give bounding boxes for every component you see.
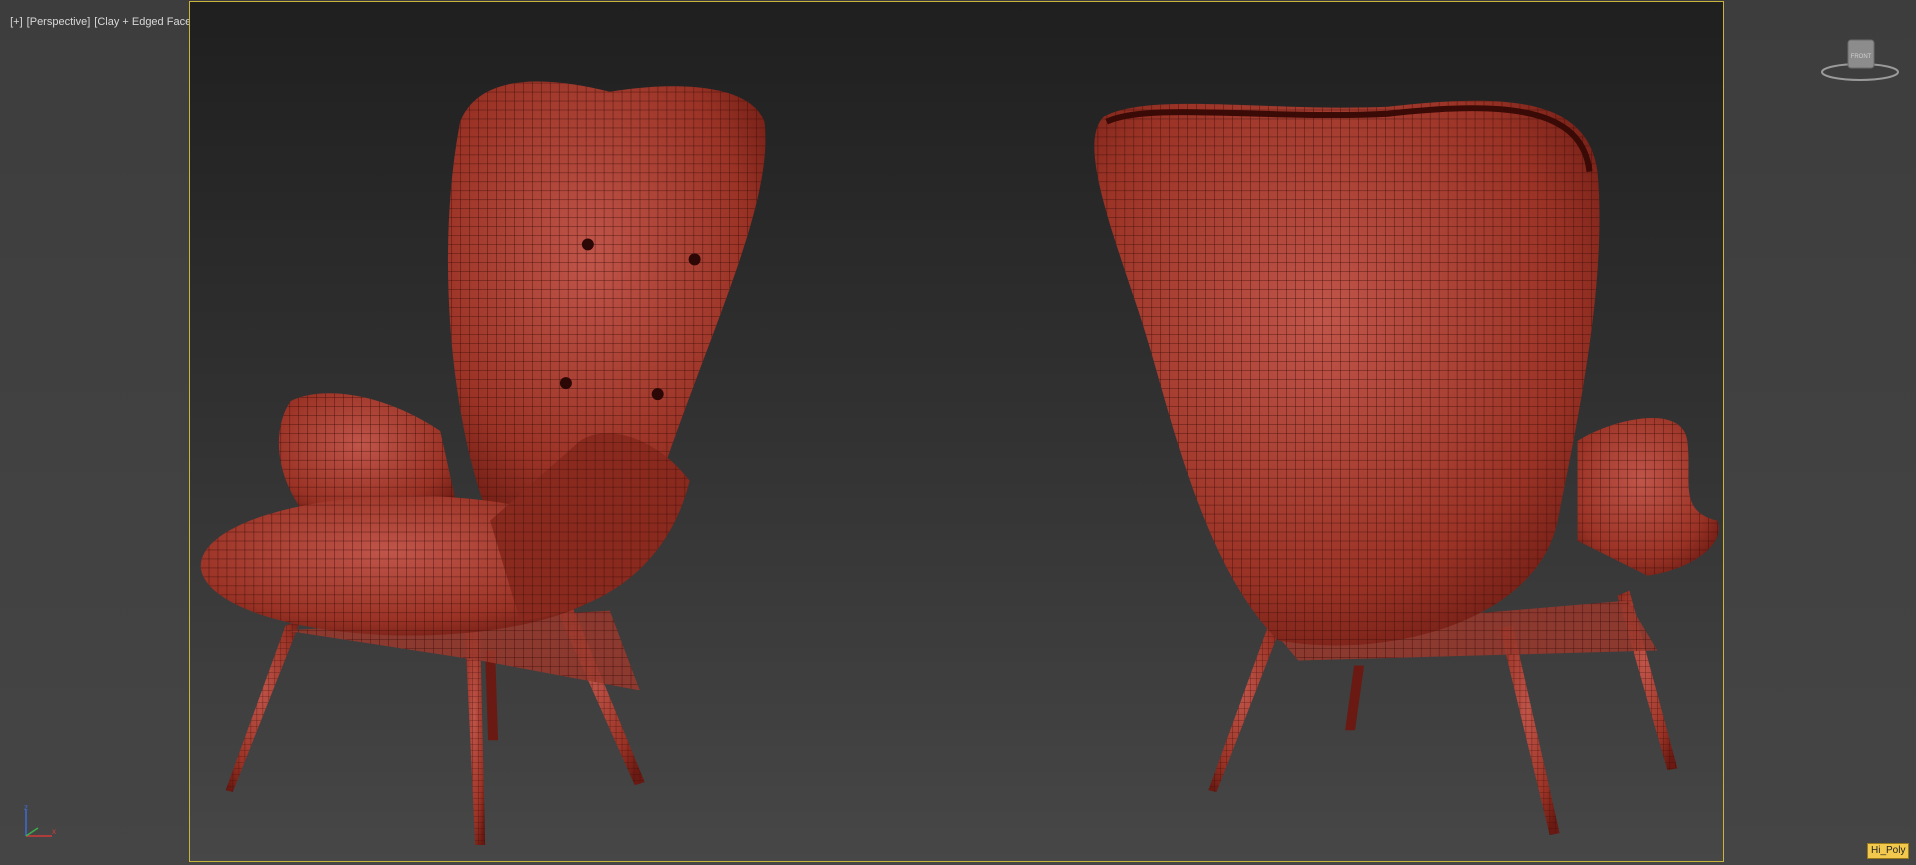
viewport-menu-plus[interactable]: [+]: [10, 16, 23, 28]
y-axis-line: [25, 827, 39, 837]
tuft-button: [688, 253, 701, 266]
scene-canvas[interactable]: [190, 2, 1723, 861]
tuft-button: [559, 377, 572, 390]
viewport-shading-menu[interactable]: [Clay + Edged Faces]: [94, 16, 199, 28]
armchair-front-view[interactable]: [200, 81, 766, 846]
z-axis-label: z: [24, 804, 28, 812]
viewport-label[interactable]: [+] [Perspective] [Clay + Edged Faces]: [4, 4, 204, 28]
chair-legs: [225, 600, 645, 846]
viewcube[interactable]: FRONT: [1820, 36, 1900, 86]
tuft-button: [651, 388, 664, 401]
axis-tripod: z x: [24, 804, 56, 837]
armchair-back-view[interactable]: [1094, 100, 1719, 836]
viewport-view-menu[interactable]: [Perspective]: [27, 16, 91, 28]
hi-poly-badge: Hi_Poly: [1867, 843, 1910, 859]
viewcube-face-label: FRONT: [1851, 54, 1872, 60]
x-axis-label: x: [52, 827, 56, 836]
tuft-button: [581, 238, 594, 251]
perspective-viewport[interactable]: [189, 1, 1724, 862]
